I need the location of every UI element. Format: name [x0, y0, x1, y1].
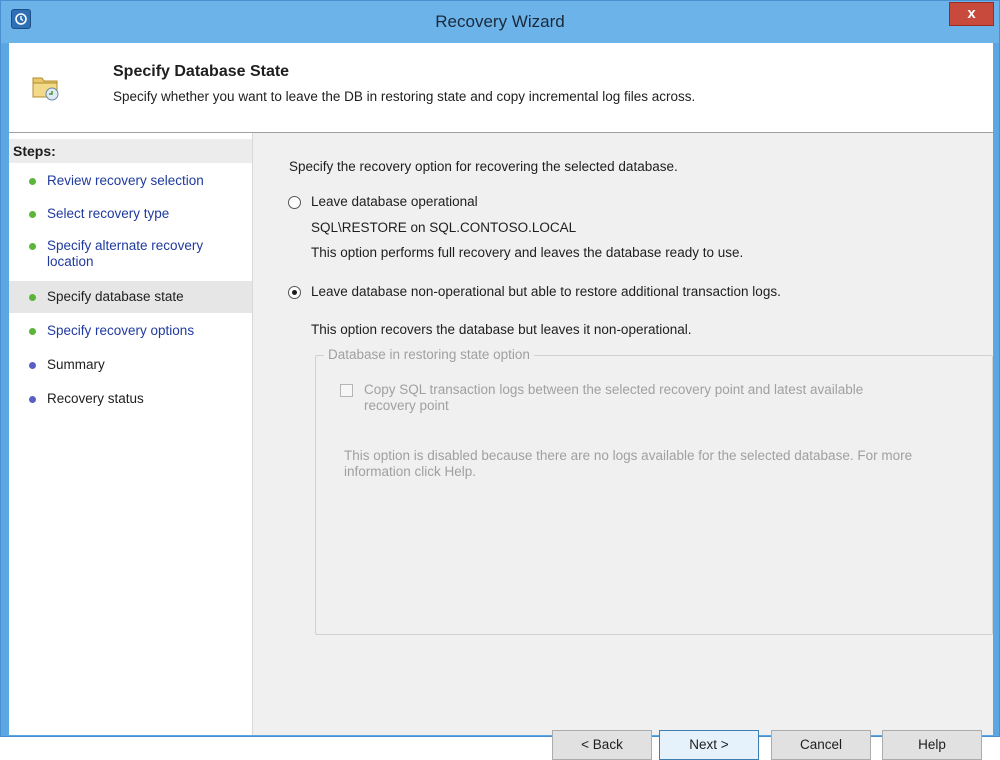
- next-button[interactable]: Next >: [659, 730, 759, 760]
- step-complete-dot: [29, 178, 36, 185]
- option-non-operational-label[interactable]: Leave database non-operational but able …: [311, 284, 781, 299]
- wizard-client-area: Specify Database State Specify whether y…: [9, 43, 993, 760]
- step-complete-dot: [29, 328, 36, 335]
- step-label: Select recovery type: [47, 206, 170, 221]
- restoring-state-group: Database in restoring state option Copy …: [315, 347, 993, 635]
- step-specify-alternate-recovery-location[interactable]: Specify alternate recovery location: [9, 238, 224, 270]
- page-title: Specify Database State: [113, 63, 290, 80]
- option-operational-label[interactable]: Leave database operational: [311, 194, 478, 209]
- copy-logs-checkbox[interactable]: [340, 384, 353, 397]
- close-button[interactable]: x: [949, 2, 994, 26]
- step-review-recovery-selection[interactable]: Review recovery selection: [9, 173, 252, 189]
- step-pending-dot: [29, 396, 36, 403]
- cancel-button[interactable]: Cancel: [771, 730, 871, 760]
- step-recovery-status: Recovery status: [9, 391, 252, 407]
- disabled-note-line2: information click Help.: [344, 464, 477, 479]
- step-pending-dot: [29, 362, 36, 369]
- step-complete-dot: [29, 211, 36, 218]
- option-operational-description: This option performs full recovery and l…: [311, 245, 744, 260]
- step-complete-dot: [29, 294, 36, 301]
- copy-logs-label-line2: recovery point: [364, 398, 449, 413]
- step-label: Specify database state: [47, 289, 184, 304]
- step-specify-database-state[interactable]: Specify database state: [9, 281, 252, 313]
- step-label: Specify recovery options: [47, 323, 195, 338]
- wizard-header: Specify Database State Specify whether y…: [9, 43, 993, 133]
- option-non-operational-description: This option recovers the database but le…: [311, 322, 692, 337]
- step-label: Summary: [47, 357, 105, 372]
- recovery-wizard-window: Recovery Wizard x Specify Database State…: [0, 0, 1000, 760]
- group-label: Database in restoring state option: [324, 347, 534, 362]
- title-bar[interactable]: Recovery Wizard x: [1, 1, 999, 43]
- step-select-recovery-type[interactable]: Select recovery type: [9, 206, 252, 222]
- back-button[interactable]: < Back: [552, 730, 652, 760]
- option-non-operational-radio[interactable]: [288, 286, 301, 299]
- intro-text: Specify the recovery option for recoveri…: [289, 159, 678, 174]
- step-summary: Summary: [9, 357, 252, 373]
- page-description: Specify whether you want to leave the DB…: [113, 89, 696, 104]
- step-label: Specify alternate recovery location: [47, 238, 204, 269]
- steps-heading: Steps:: [9, 139, 252, 163]
- option-operational-radio[interactable]: [288, 196, 301, 209]
- step-specify-recovery-options[interactable]: Specify recovery options: [9, 323, 252, 339]
- option-operational-target: SQL\RESTORE on SQL.CONTOSO.LOCAL: [311, 220, 577, 235]
- help-button[interactable]: Help: [882, 730, 982, 760]
- step-label: Review recovery selection: [47, 173, 204, 188]
- step-label: Recovery status: [47, 391, 144, 406]
- steps-sidebar: Steps: Review recovery selection Select …: [9, 133, 253, 735]
- database-restore-icon: [29, 69, 63, 106]
- copy-logs-label-line1: Copy SQL transaction logs between the se…: [364, 382, 864, 397]
- disabled-note-line1: This option is disabled because there ar…: [344, 448, 913, 463]
- step-complete-dot: [29, 243, 36, 250]
- main-panel: Specify the recovery option for recoveri…: [253, 133, 993, 760]
- window-title: Recovery Wizard: [435, 12, 565, 31]
